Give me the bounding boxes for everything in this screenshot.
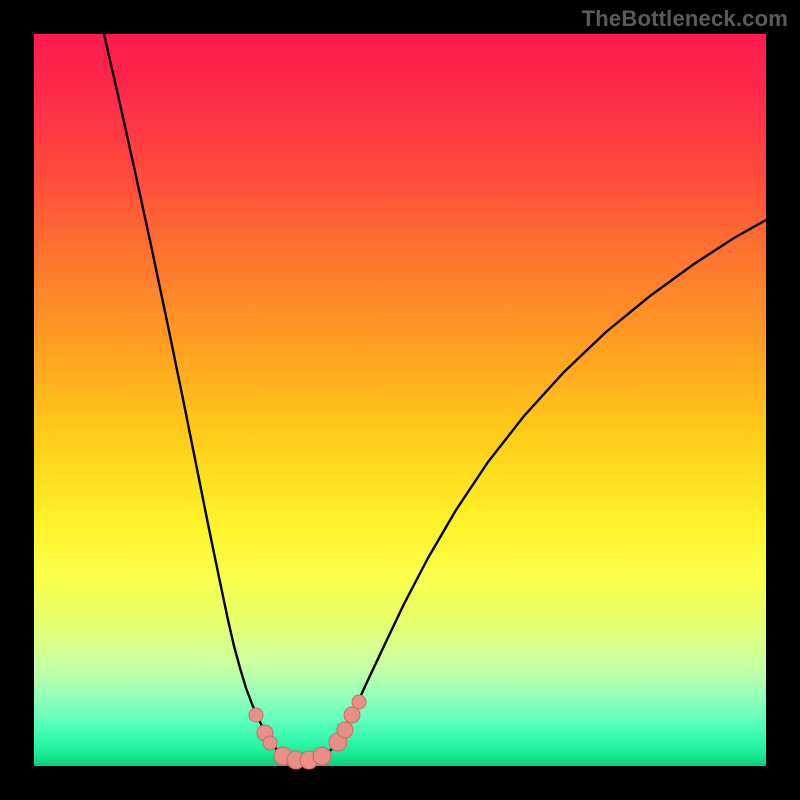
data-marker xyxy=(263,736,277,750)
data-marker xyxy=(344,707,360,723)
data-marker xyxy=(337,722,353,738)
bottleneck-curve xyxy=(34,34,766,766)
data-marker xyxy=(313,747,331,765)
data-markers xyxy=(249,695,366,769)
data-marker xyxy=(352,695,366,709)
curve-path xyxy=(104,34,766,759)
data-marker xyxy=(249,708,263,722)
chart-frame: TheBottleneck.com xyxy=(0,0,800,800)
watermark-text: TheBottleneck.com xyxy=(582,6,788,32)
plot-area xyxy=(34,34,766,766)
